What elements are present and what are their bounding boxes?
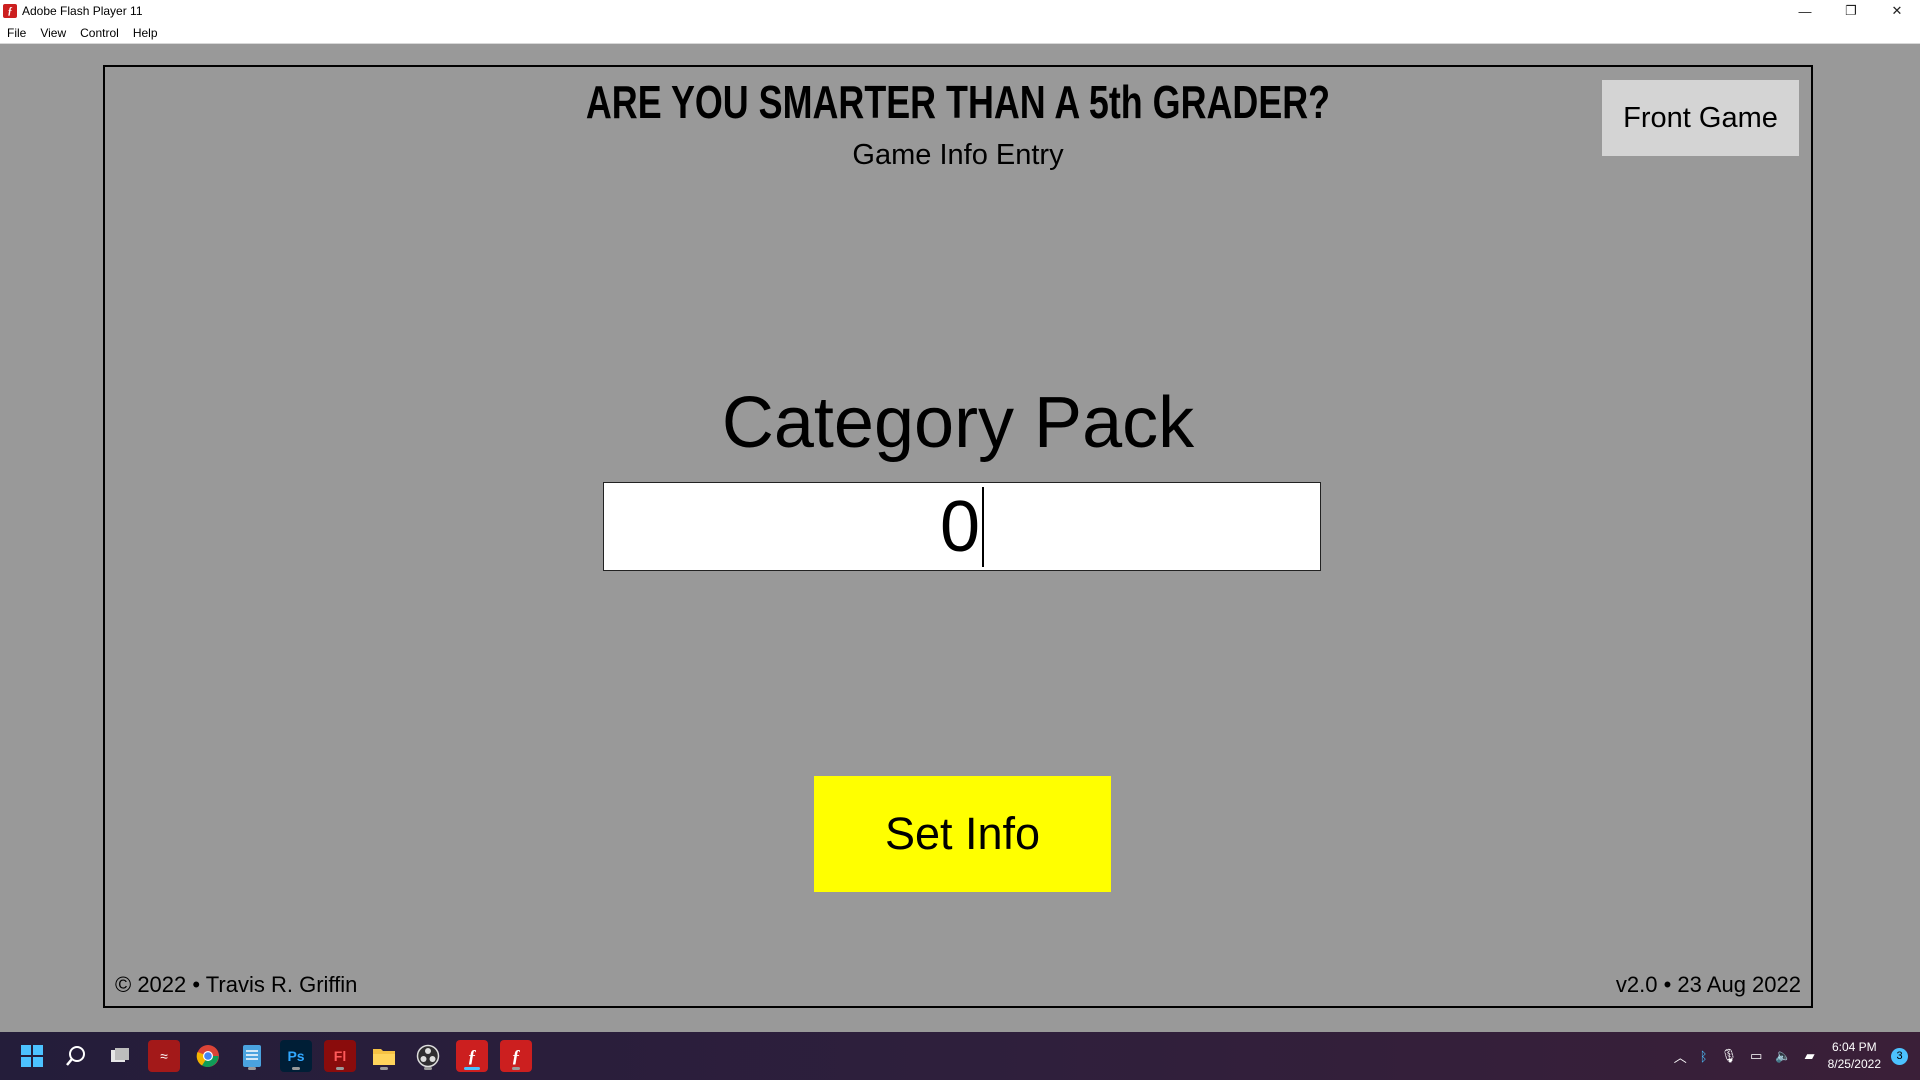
red-app-icon[interactable]: ≈ bbox=[148, 1040, 180, 1072]
volume-icon[interactable]: 🔈 bbox=[1775, 1048, 1791, 1064]
menu-file[interactable]: File bbox=[0, 26, 33, 40]
flash-player-app-icon: ƒ bbox=[3, 4, 17, 18]
version-text: v2.0 • 23 Aug 2022 bbox=[1615, 972, 1801, 997]
running-indicator bbox=[380, 1067, 388, 1070]
clock[interactable]: 6:04 PM 8/25/2022 bbox=[1828, 1039, 1881, 1073]
minimize-button[interactable]: — bbox=[1782, 0, 1828, 22]
running-indicator bbox=[248, 1067, 256, 1070]
flash-pro-icon[interactable]: Fl bbox=[324, 1040, 356, 1072]
obs-icon[interactable] bbox=[412, 1040, 444, 1072]
restore-button[interactable]: ❐ bbox=[1828, 0, 1874, 22]
clock-time: 6:04 PM bbox=[1831, 1040, 1877, 1054]
notepad-icon[interactable] bbox=[236, 1040, 268, 1072]
category-pack-input[interactable]: 0 bbox=[603, 482, 1321, 571]
photoshop-icon[interactable]: Ps bbox=[280, 1040, 312, 1072]
game-title: ARE YOU SMARTER THAN A 5th GRADER? bbox=[585, 76, 1331, 128]
windows-logo-icon[interactable] bbox=[16, 1040, 48, 1072]
set-info-button[interactable]: Set Info bbox=[814, 776, 1111, 892]
menu-control[interactable]: Control bbox=[73, 26, 126, 40]
running-indicator bbox=[424, 1067, 432, 1070]
network-icon[interactable]: ▭ bbox=[1750, 1048, 1762, 1064]
running-indicator bbox=[336, 1067, 344, 1070]
system-tray: ︿ ᛒ 🎙 ▭ 🔈 ▰ 6:04 PM 8/25/2022 3 bbox=[1674, 1032, 1920, 1080]
category-pack-label: Category Pack bbox=[721, 383, 1195, 463]
microphone-icon[interactable]: 🎙 bbox=[1721, 1048, 1738, 1064]
notification-badge[interactable]: 3 bbox=[1891, 1047, 1908, 1065]
photoshop-icon-label: Ps bbox=[287, 1048, 305, 1064]
front-game-button[interactable]: Front Game bbox=[1602, 80, 1799, 156]
text-caret bbox=[982, 486, 985, 567]
category-pack-value: 0 bbox=[939, 486, 981, 567]
taskbar: ≈ Ps Fl ƒ ƒ ︿ ᛒ 🎙 ▭ 🔈 ▰ 6:04 PM 8/25/202… bbox=[0, 1032, 1920, 1080]
running-indicator bbox=[512, 1067, 520, 1070]
bluetooth-icon[interactable]: ᛒ bbox=[1700, 1049, 1708, 1064]
page-subtitle: Game Info Entry bbox=[852, 139, 1064, 171]
game-stage: ARE YOU SMARTER THAN A 5th GRADER? Game … bbox=[103, 65, 1813, 1008]
task-view-icon[interactable] bbox=[104, 1040, 136, 1072]
flash-player-icon[interactable]: ƒ bbox=[500, 1040, 532, 1072]
battery-icon[interactable]: ▰ bbox=[1805, 1048, 1815, 1064]
window-titlebar: ƒ Adobe Flash Player 11 — ❐ ✕ bbox=[0, 0, 1920, 22]
clock-date: 8/25/2022 bbox=[1827, 1057, 1881, 1071]
flash-player-icon[interactable]: ƒ bbox=[456, 1040, 488, 1072]
close-button[interactable]: ✕ bbox=[1874, 0, 1920, 22]
menu-help[interactable]: Help bbox=[126, 26, 165, 40]
flash-pro-icon-label: Fl bbox=[333, 1048, 347, 1064]
menu-view[interactable]: View bbox=[33, 26, 73, 40]
chrome-icon[interactable] bbox=[192, 1040, 224, 1072]
running-indicator bbox=[292, 1067, 300, 1070]
folder-icon[interactable] bbox=[368, 1040, 400, 1072]
chevron-up-icon[interactable]: ︿ bbox=[1674, 1047, 1687, 1066]
menu-bar: File View Control Help bbox=[0, 22, 1920, 44]
copyright-text: © 2022 • Travis R. Griffin bbox=[115, 972, 358, 997]
window-title: Adobe Flash Player 11 bbox=[22, 4, 143, 18]
search-icon[interactable] bbox=[60, 1040, 92, 1072]
active-indicator bbox=[464, 1067, 480, 1070]
window-controls: — ❐ ✕ bbox=[1782, 0, 1920, 22]
